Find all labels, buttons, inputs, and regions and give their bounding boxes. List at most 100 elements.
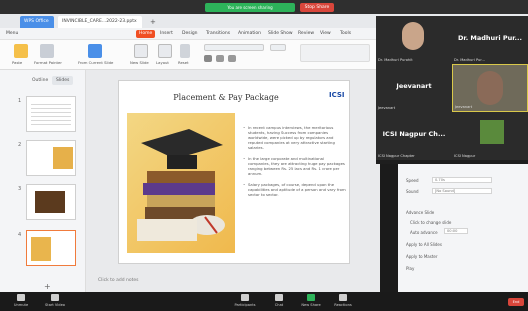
title-bar: You are screen sharing Stop Share (0, 0, 528, 14)
menu-item-transitions[interactable]: Transitions (206, 28, 230, 40)
graduation-books-illustration (137, 129, 225, 241)
underline-icon[interactable] (228, 55, 236, 62)
start-video-button[interactable]: Start Video (40, 294, 70, 309)
bold-icon[interactable] (204, 55, 212, 62)
reactions-button[interactable]: Reactions (328, 294, 358, 309)
video-tile[interactable]: ICSI Nagpur Ch... ICSI Nagpur Chapter (376, 112, 452, 160)
menu-item-tools[interactable]: Tools (340, 28, 351, 40)
play-icon[interactable] (88, 44, 102, 58)
participant-photo (477, 71, 503, 105)
icsi-logo: ICSI (329, 91, 345, 99)
unmute-button[interactable]: Unmute (6, 294, 36, 309)
participant-video-panel: Dr. Madhuri Purohit Dr. Madhuri Pur... D… (376, 16, 528, 164)
speed-input[interactable]: 0.70s (432, 177, 492, 183)
chat-button[interactable]: Chat (264, 294, 294, 309)
participant-name: Jeevanart (455, 105, 473, 109)
layout-label: Layout (156, 60, 169, 65)
auto-advance-time[interactable]: 00:00 (444, 228, 468, 234)
painter-icon[interactable] (40, 44, 54, 58)
graduation-books-image[interactable] (127, 113, 235, 253)
reactions-label: Reactions (334, 303, 352, 307)
slide-canvas: Placement & Pay Package ICSI In recent c… (86, 70, 380, 292)
font-name-select[interactable] (204, 44, 264, 51)
video-tile[interactable]: Dr. Madhuri Pur... Dr. Madhuri Pur... (452, 16, 528, 64)
auto-advance-checkbox[interactable]: Auto advance (410, 230, 438, 235)
apply-all-button[interactable]: Apply to All Slides (406, 242, 442, 247)
image-preview (35, 191, 65, 213)
menu-item-design[interactable]: Design (182, 28, 198, 40)
slide-number: 1 (18, 98, 22, 104)
apply-master-button[interactable]: Apply to Master (406, 254, 438, 259)
image-preview (53, 147, 73, 169)
slide-thumbnail-2[interactable] (26, 140, 76, 176)
tab-document[interactable]: INVINCIBLE_CARE…2022-23.pptx (58, 16, 142, 28)
reset-label: Reset (178, 60, 189, 65)
participants-label: Participants (234, 303, 256, 307)
from-current-slide-label: From Current Slide (78, 60, 114, 65)
paste-icon[interactable] (14, 44, 28, 58)
slide-number: 3 (18, 186, 22, 192)
sound-label: Sound (406, 189, 419, 194)
participant-name: Dr. Madhuri Purohit (378, 58, 413, 62)
tab-outline[interactable]: Outline (28, 76, 52, 85)
tab-home[interactable]: WPS Office (20, 16, 54, 28)
chat-icon (275, 294, 283, 301)
participant-display-name: Jeevanart (396, 82, 432, 90)
slide-title[interactable]: Placement & Pay Package (161, 93, 291, 102)
new-slide-label: New Slide (130, 60, 149, 65)
participant-name: Jeevanart (378, 106, 396, 110)
participants-button[interactable]: Participants (230, 294, 260, 309)
click-to-change-checkbox[interactable]: Click to change slide (410, 220, 451, 225)
italic-icon[interactable] (216, 55, 224, 62)
unmute-label: Unmute (13, 303, 29, 307)
reactions-icon (339, 294, 347, 301)
stop-share-button[interactable]: Stop Share (300, 3, 334, 12)
format-painter-label: Format Painter (34, 60, 62, 65)
slide-bullets[interactable]: In recent campus interviews, the meritor… (243, 125, 347, 203)
slide-thumbnail-4[interactable] (26, 230, 76, 266)
font-size-select[interactable] (270, 44, 286, 51)
menu-item-animation[interactable]: Animation (238, 28, 261, 40)
play-button[interactable]: Play (406, 266, 414, 271)
video-tile[interactable]: Dr. Madhuri Purohit (376, 16, 452, 64)
menu-item-review[interactable]: Review (298, 28, 314, 40)
end-meeting-button[interactable]: End (508, 298, 524, 306)
ribbon-toolbar: Paste Format Painter From Current Slide … (0, 40, 380, 70)
menu-item-menu[interactable]: Menu (6, 28, 18, 40)
bullet-item: In recent campus interviews, the meritor… (243, 125, 347, 150)
new-slide-icon[interactable] (134, 44, 148, 58)
slide-transition-panel: Speed 0.70s Sound [No Sound] Advance Sli… (398, 164, 528, 292)
new-share-button[interactable]: New Share (296, 294, 326, 309)
video-tile[interactable]: Jeevanart (452, 64, 528, 112)
participants-icon (241, 294, 249, 301)
video-tile[interactable]: Jeevanart Jeevanart (376, 64, 452, 112)
menu-item-insert[interactable]: Insert (160, 28, 173, 40)
reset-icon[interactable] (180, 44, 190, 58)
speed-label: Speed (406, 178, 419, 183)
screen-share-banner: You are screen sharing (205, 3, 295, 12)
chat-label: Chat (274, 303, 284, 307)
new-tab-button[interactable]: + (146, 16, 156, 28)
slide-number: 4 (18, 232, 22, 238)
participant-photo (480, 120, 504, 144)
paragraph-tools[interactable] (300, 44, 370, 62)
camera-icon (51, 294, 59, 301)
meeting-controls: Unmute Start Video Participants Chat New… (0, 292, 528, 311)
slide-thumbnail-1[interactable] (26, 96, 76, 132)
participant-display-name: Dr. Madhuri Pur... (458, 34, 522, 42)
slide-thumbnail-3[interactable] (26, 184, 76, 220)
add-slide-button[interactable]: + (44, 282, 51, 291)
table-preview (31, 101, 71, 127)
layout-icon[interactable] (158, 44, 172, 58)
menu-item-view[interactable]: View (320, 28, 331, 40)
sound-select[interactable]: [No Sound] (432, 188, 492, 194)
participant-name: Dr. Madhuri Pur... (454, 58, 485, 62)
current-slide[interactable]: Placement & Pay Package ICSI In recent c… (118, 80, 350, 264)
menu-item-slide-show[interactable]: Slide Show (268, 28, 293, 40)
menu-item-home[interactable]: Home (136, 30, 156, 38)
video-tile[interactable]: ICSI Nagpur (452, 112, 528, 160)
participant-name: ICSI Nagpur Chapter (378, 154, 415, 158)
notes-area[interactable]: Click to add notes (98, 278, 139, 283)
tab-slides[interactable]: Slides (52, 76, 74, 85)
participant-name: ICSI Nagpur (454, 154, 476, 158)
